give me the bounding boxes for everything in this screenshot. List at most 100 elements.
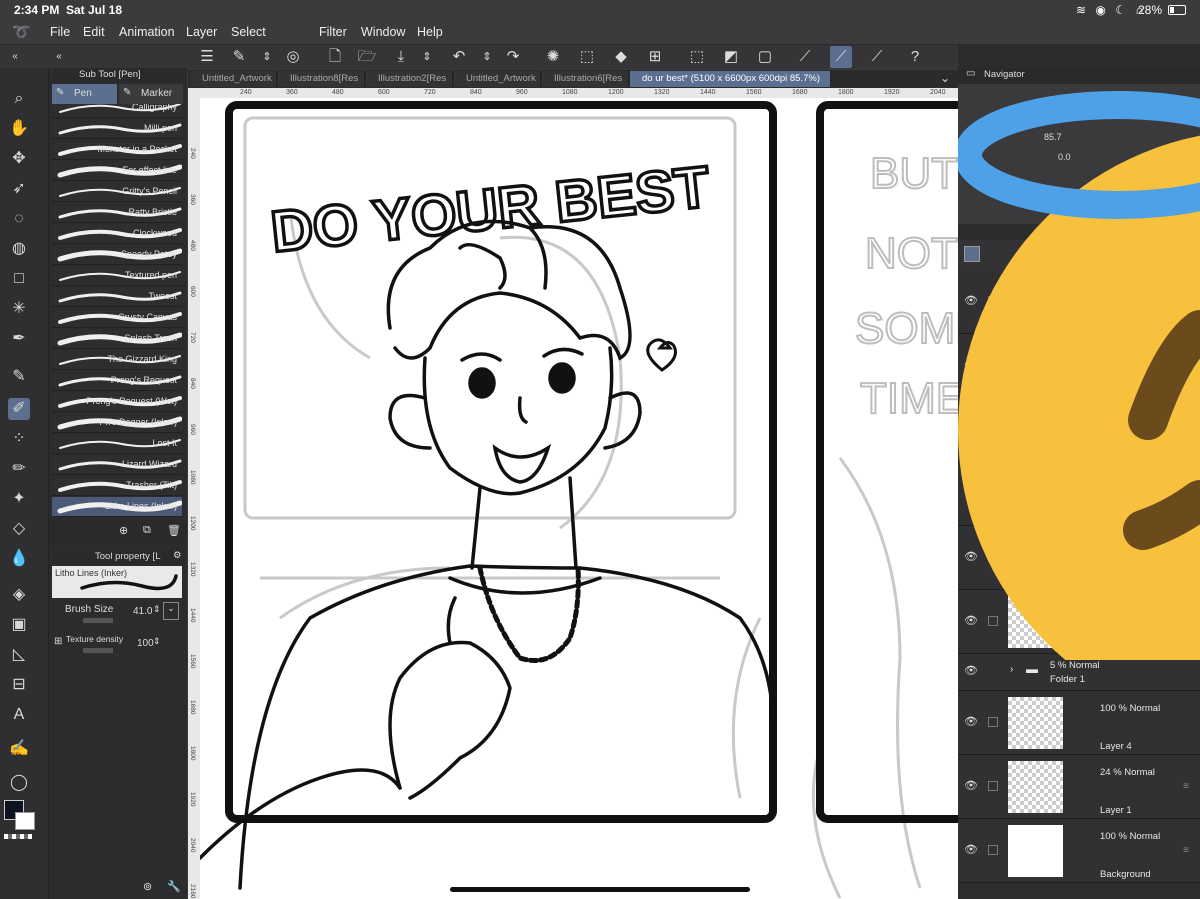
tab-illustration2[interactable]: Illustration2[Res: [366, 71, 453, 87]
ruler-snap-icon[interactable]: ⟋: [794, 46, 816, 68]
hand-icon[interactable]: ✋: [8, 118, 30, 140]
visibility-eye-icon[interactable]: 👁: [964, 843, 978, 856]
drawing-canvas[interactable]: DO YOUR BEST BUT NOT SOM TIME: [200, 98, 958, 899]
collapse-left-icon[interactable]: «: [4, 46, 26, 68]
visibility-eye-icon[interactable]: 👁: [964, 779, 978, 792]
settings-icon[interactable]: ⊚: [143, 880, 152, 893]
add-brush-icon[interactable]: ⊕: [119, 524, 128, 537]
pen-active-icon[interactable]: ✐: [8, 398, 30, 420]
brush-item[interactable]: Prong's Request: [52, 371, 182, 391]
brush-item[interactable]: Prong's Request (Wet): [52, 392, 182, 412]
app-logo-icon[interactable]: ➰: [12, 23, 31, 41]
brush-snap-icon[interactable]: ⟋: [830, 46, 852, 68]
brush-item[interactable]: Gritty's Pencil: [52, 182, 182, 202]
tab-untitled-2[interactable]: Untitled_Artwork: [454, 71, 541, 87]
size-dropdown-icon[interactable]: ⌄: [163, 602, 179, 620]
hamburger-menu-icon[interactable]: ☰: [196, 46, 218, 68]
brush-item[interactable]: Trasher (Tilt): [52, 476, 182, 496]
texture-stepper-icon[interactable]: ⇕: [153, 636, 161, 647]
layer-row-background[interactable]: 👁 100 % Normal Background ≡: [958, 819, 1200, 883]
figure-icon[interactable]: ◺: [8, 644, 30, 666]
brush-item[interactable]: Textured pen: [52, 266, 182, 286]
menu-filter[interactable]: Filter: [319, 25, 347, 39]
selection-border-icon[interactable]: ▢: [754, 46, 776, 68]
tab-untitled-1[interactable]: Untitled_Artwork: [190, 71, 277, 87]
layer-row-layer4[interactable]: 👁 100 % Normal Layer 4: [958, 691, 1200, 755]
menu-file[interactable]: File: [50, 25, 70, 39]
drag-handle-icon[interactable]: ≡: [1183, 845, 1189, 856]
pen-icon[interactable]: ✎: [8, 366, 30, 388]
menu-help[interactable]: Help: [417, 25, 443, 39]
transparent-swatch[interactable]: [4, 834, 32, 839]
tab-illustration6[interactable]: Illustration6[Res: [542, 71, 629, 87]
home-indicator[interactable]: [450, 887, 750, 892]
invert-selection-icon[interactable]: ◩: [720, 46, 742, 68]
collapse-sub-icon[interactable]: «: [48, 46, 70, 68]
fill-icon[interactable]: ◆: [610, 46, 632, 68]
new-file-icon[interactable]: 🗋: [324, 46, 346, 68]
wrench-icon[interactable]: ⚙: [173, 550, 182, 561]
size-stepper-icon[interactable]: ⇕: [153, 604, 161, 615]
lasso-icon[interactable]: ◌: [8, 208, 30, 230]
fill-bucket-icon[interactable]: ◈: [8, 584, 30, 606]
balloon-icon[interactable]: ◯: [8, 772, 30, 794]
correct-line-icon[interactable]: ✍: [8, 738, 30, 760]
visibility-eye-icon[interactable]: 👁: [964, 664, 978, 677]
brush-item[interactable]: Calligraphy: [52, 104, 182, 118]
frame-border-icon[interactable]: ⊟: [8, 674, 30, 696]
sub-color-swatch[interactable]: [15, 812, 35, 830]
crop-icon[interactable]: ⬚: [576, 46, 598, 68]
decoration-icon[interactable]: ✦: [8, 488, 30, 510]
tab-list-chevron-icon[interactable]: ⌄: [940, 71, 950, 85]
brush-item[interactable]: Milli pen: [52, 119, 182, 139]
edit-icon[interactable]: ✎: [228, 46, 250, 68]
brush-item[interactable]: For effect line: [52, 161, 182, 181]
eraser-icon[interactable]: ◇: [8, 518, 30, 540]
redo-icon[interactable]: ↷: [502, 46, 524, 68]
brush-size-slider[interactable]: [83, 618, 113, 623]
tab-do-ur-best[interactable]: do ur best* (5100 x 6600px 600dpi 85.7%): [630, 71, 831, 87]
brush-item[interactable]: Lost It: [52, 434, 182, 454]
menu-select[interactable]: Select: [231, 25, 266, 39]
tab-illustration8[interactable]: Illustration8[Res: [278, 71, 365, 87]
visibility-eye-icon[interactable]: 👁: [964, 715, 978, 728]
drag-handle-icon[interactable]: ≡: [1183, 781, 1189, 792]
save-icon[interactable]: ⤓: [390, 46, 412, 68]
spiral-icon[interactable]: ◎: [282, 46, 304, 68]
eyedropper-icon[interactable]: ✒: [8, 328, 30, 350]
zoom-icon[interactable]: ⌕: [8, 88, 30, 110]
menu-layer[interactable]: Layer: [186, 25, 217, 39]
stepper-icon-3[interactable]: ⇕: [476, 46, 498, 68]
brush-item[interactable]: Tweest: [52, 287, 182, 307]
brush-item[interactable]: Crusty Canvas: [52, 308, 182, 328]
special-ruler-icon[interactable]: ⟋: [866, 46, 888, 68]
brush-size-value[interactable]: 41.0: [133, 606, 152, 617]
clear-selection-icon[interactable]: ⬚: [686, 46, 708, 68]
tool-settings-icon[interactable]: 🔧: [167, 880, 181, 893]
airbrush-icon[interactable]: ⁘: [8, 428, 30, 450]
move-icon[interactable]: ✥: [8, 148, 30, 170]
menu-window[interactable]: Window: [361, 25, 405, 39]
brush-item[interactable]: Ratty Bristle: [52, 203, 182, 223]
open-folder-icon[interactable]: 🗁: [356, 46, 378, 68]
object-select-icon[interactable]: ➶: [8, 178, 30, 200]
tab-marker[interactable]: ✎ Marker: [119, 84, 183, 104]
brush-item[interactable]: Splash Trash: [52, 329, 182, 349]
brush-item[interactable]: Clockwood: [52, 224, 182, 244]
layer-row-layer1[interactable]: 👁 24 % Normal Layer 1 ≡: [958, 755, 1200, 819]
delete-brush-icon[interactable]: 🗑: [167, 524, 181, 537]
undo-icon[interactable]: ↶: [448, 46, 470, 68]
expand-chevron-icon[interactable]: ›: [1010, 664, 1013, 675]
lasso-fill-icon[interactable]: ◍: [8, 238, 30, 260]
brush-item[interactable]: Monster in a Pocket: [52, 140, 182, 160]
brush-item[interactable]: Litho Lines (Inker): [52, 497, 182, 517]
copy-brush-icon[interactable]: ⧉: [143, 524, 151, 537]
texture-density-slider[interactable]: [83, 648, 113, 653]
brush-item[interactable]: Pri's Dagger (Inker): [52, 413, 182, 433]
brush-item[interactable]: The Gizzard King: [52, 350, 182, 370]
menu-animation[interactable]: Animation: [119, 25, 175, 39]
rect-select-icon[interactable]: □: [8, 268, 30, 290]
brush-icon[interactable]: ✏: [8, 458, 30, 480]
brush-item[interactable]: Speedy Petey: [52, 245, 182, 265]
menu-edit[interactable]: Edit: [83, 25, 105, 39]
